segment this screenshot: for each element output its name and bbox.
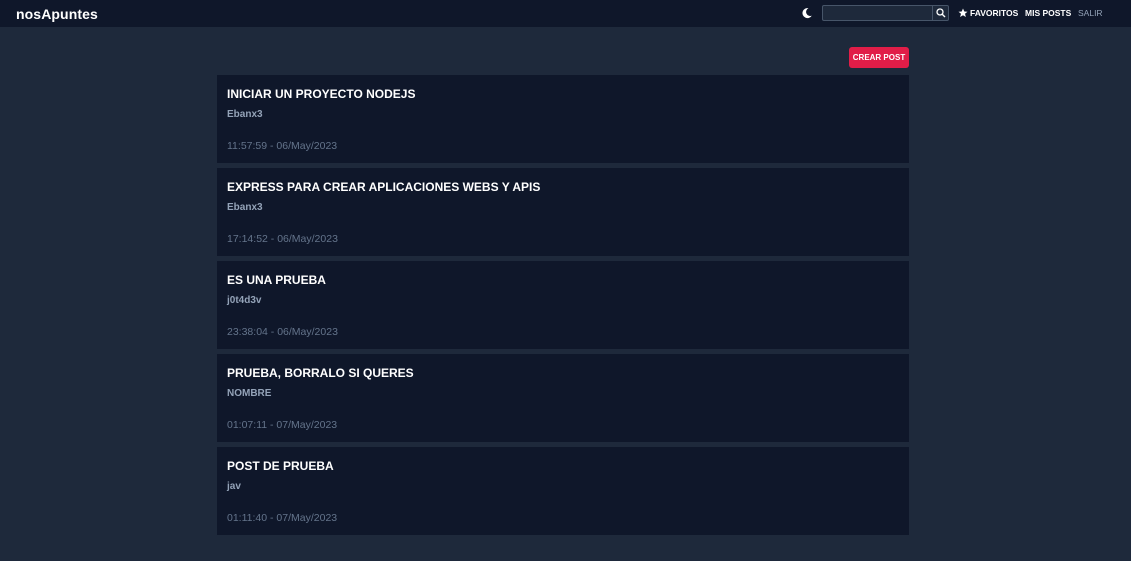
post-author: Ebanx3 <box>227 109 263 120</box>
post-date: 01:07:11 - 07/May/2023 <box>227 419 338 431</box>
post-card[interactable]: POST DE PRUEBA jav 01:11:40 - 07/May/202… <box>217 447 909 535</box>
post-list: INICIAR UN PROYECTO NODEJS Ebanx3 11:57:… <box>217 75 909 540</box>
nav-mis-posts[interactable]: MIS POSTS <box>1025 8 1071 18</box>
search-icon[interactable] <box>932 6 948 20</box>
create-post-button[interactable]: CREAR POST <box>849 47 909 68</box>
post-date: 17:14:52 - 06/May/2023 <box>227 233 338 245</box>
post-author: Ebanx3 <box>227 202 263 213</box>
post-title[interactable]: INICIAR UN PROYECTO NODEJS <box>227 87 415 101</box>
post-title[interactable]: ES UNA PRUEBA <box>227 273 326 287</box>
nav-favoritos[interactable]: FAVORITOS <box>958 8 1018 18</box>
post-card[interactable]: INICIAR UN PROYECTO NODEJS Ebanx3 11:57:… <box>217 75 909 163</box>
post-author: jav <box>227 481 241 492</box>
nav-salir[interactable]: SALIR <box>1078 8 1103 18</box>
search-input[interactable] <box>823 6 933 20</box>
post-author: NOMBRE <box>227 388 272 399</box>
post-card[interactable]: EXPRESS PARA CREAR APLICACIONES WEBS Y A… <box>217 168 909 256</box>
top-navbar: nosApuntes FAVORITOS MIS POSTS SALIR <box>0 0 1131 27</box>
moon-icon[interactable] <box>801 6 815 20</box>
post-title[interactable]: EXPRESS PARA CREAR APLICACIONES WEBS Y A… <box>227 180 540 194</box>
post-date: 11:57:59 - 06/May/2023 <box>227 140 338 152</box>
post-date: 01:11:40 - 07/May/2023 <box>227 512 338 524</box>
post-author: j0t4d3v <box>227 295 262 306</box>
star-icon <box>958 8 968 17</box>
post-card[interactable]: ES UNA PRUEBA j0t4d3v 23:38:04 - 06/May/… <box>217 261 909 349</box>
search-bar <box>822 5 949 21</box>
post-card[interactable]: PRUEBA, BORRALO SI QUERES NOMBRE 01:07:1… <box>217 354 909 442</box>
brand-logo[interactable]: nosApuntes <box>16 6 98 22</box>
post-title[interactable]: POST DE PRUEBA <box>227 459 334 473</box>
post-date: 23:38:04 - 06/May/2023 <box>227 326 338 338</box>
post-title[interactable]: PRUEBA, BORRALO SI QUERES <box>227 366 414 380</box>
